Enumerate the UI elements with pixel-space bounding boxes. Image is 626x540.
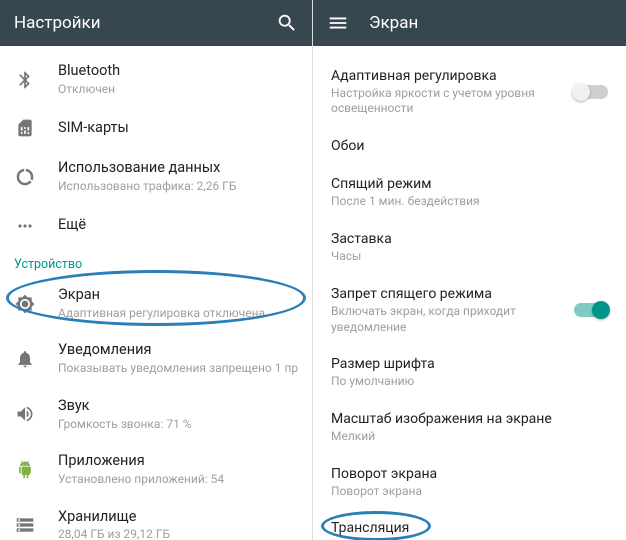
row-brightness-cut[interactable]: . (313, 36, 626, 57)
data-usage-icon (14, 166, 36, 188)
row-ambient[interactable]: Запрет спящего режима Включать экран, ко… (313, 275, 626, 345)
search-icon[interactable] (276, 12, 298, 34)
page-title: Настройки (14, 13, 256, 33)
more-icon (14, 215, 36, 237)
row-fontsize[interactable]: Размер шрифта По умолчанию (313, 345, 626, 400)
row-adaptive[interactable]: Адаптивная регулировка Настройка яркости… (313, 57, 626, 127)
apps-icon (14, 459, 36, 481)
storage-sub: 28,04 ГБ из 29,12 ГБ (58, 527, 298, 540)
rotation-sub: Поворот экрана (331, 484, 612, 500)
ambient-switch[interactable] (574, 303, 608, 317)
bluetooth-icon (14, 69, 36, 91)
adaptive-sub: Настройка яркости с учетом уровня освеще… (331, 86, 552, 117)
sound-icon (14, 403, 36, 425)
sim-icon (14, 117, 36, 139)
display-settings-panel: Экран . Адаптивная регулировка Настройка… (313, 0, 626, 540)
row-sound[interactable]: Звук Громкость звонка: 71 % (0, 387, 312, 442)
display-title: Экран (369, 13, 612, 33)
row-sleep[interactable]: Спящий режим После 1 мин. бездействия (313, 165, 626, 220)
sound-label: Звук (58, 397, 298, 416)
row-notifications[interactable]: Уведомления Показывать уведомления запре… (0, 331, 312, 386)
wallpaper-label: Обои (331, 137, 612, 155)
appbar-left: Настройки (0, 0, 312, 46)
adaptive-switch[interactable] (574, 85, 608, 99)
storage-icon (14, 514, 36, 536)
data-label: Использование данных (58, 159, 298, 178)
ambient-label: Запрет спящего режима (331, 285, 552, 303)
cast-label: Трансляция (331, 519, 612, 537)
sim-label: SIM-карты (58, 119, 298, 138)
display-icon (14, 293, 36, 315)
row-display[interactable]: Экран Адаптивная регулировка отключена (0, 276, 312, 331)
display-sub: Адаптивная регулировка отключена (58, 306, 298, 322)
row-bluetooth[interactable]: Bluetooth Отключен (0, 52, 312, 107)
apps-label: Приложения (58, 452, 298, 471)
section-device: Устройство (0, 247, 312, 276)
row-screensaver[interactable]: Заставка Часы (313, 220, 626, 275)
notifications-sub: Показывать уведомления запрещено 1 прило… (58, 361, 298, 377)
bluetooth-label: Bluetooth (58, 62, 298, 81)
rotation-label: Поворот экрана (331, 465, 612, 483)
row-data-usage[interactable]: Использование данных Использовано трафик… (0, 149, 312, 204)
adaptive-label: Адаптивная регулировка (331, 67, 552, 85)
row-wallpaper[interactable]: Обои (313, 127, 626, 165)
notifications-label: Уведомления (58, 341, 298, 360)
menu-icon[interactable] (327, 12, 349, 34)
row-apps[interactable]: Приложения Установлено приложений: 54 (0, 442, 312, 497)
fontsize-label: Размер шрифта (331, 355, 612, 373)
sleep-sub: После 1 мин. бездействия (331, 194, 612, 210)
screensaver-label: Заставка (331, 230, 612, 248)
settings-list: Bluetooth Отключен SIM-карты Использован… (0, 46, 312, 540)
row-more[interactable]: Ещё (0, 205, 312, 247)
displaysize-sub: Мелкий (331, 429, 612, 445)
screensaver-sub: Часы (331, 249, 612, 265)
row-rotation[interactable]: Поворот экрана Поворот экрана (313, 455, 626, 510)
notifications-icon (14, 348, 36, 370)
row-displaysize[interactable]: Масштаб изображения на экране Мелкий (313, 400, 626, 455)
displaysize-label: Масштаб изображения на экране (331, 410, 612, 428)
display-list: . Адаптивная регулировка Настройка яркос… (313, 30, 626, 540)
row-storage[interactable]: Хранилище 28,04 ГБ из 29,12 ГБ (0, 498, 312, 540)
bluetooth-sub: Отключен (58, 82, 298, 98)
fontsize-sub: По умолчанию (331, 374, 612, 390)
row-sim[interactable]: SIM-карты (0, 107, 312, 149)
sound-sub: Громкость звонка: 71 % (58, 417, 298, 433)
data-sub: Использовано трафика: 2,26 ГБ (58, 179, 298, 195)
storage-label: Хранилище (58, 508, 298, 527)
sleep-label: Спящий режим (331, 175, 612, 193)
display-label: Экран (58, 286, 298, 305)
more-label: Ещё (58, 216, 298, 235)
apps-sub: Установлено приложений: 54 (58, 472, 298, 488)
settings-panel: Настройки Bluetooth Отключен SIM-карты (0, 0, 313, 540)
row-cast[interactable]: Трансляция (313, 509, 626, 540)
ambient-sub: Включать экран, когда приходит уведомлен… (331, 304, 552, 335)
